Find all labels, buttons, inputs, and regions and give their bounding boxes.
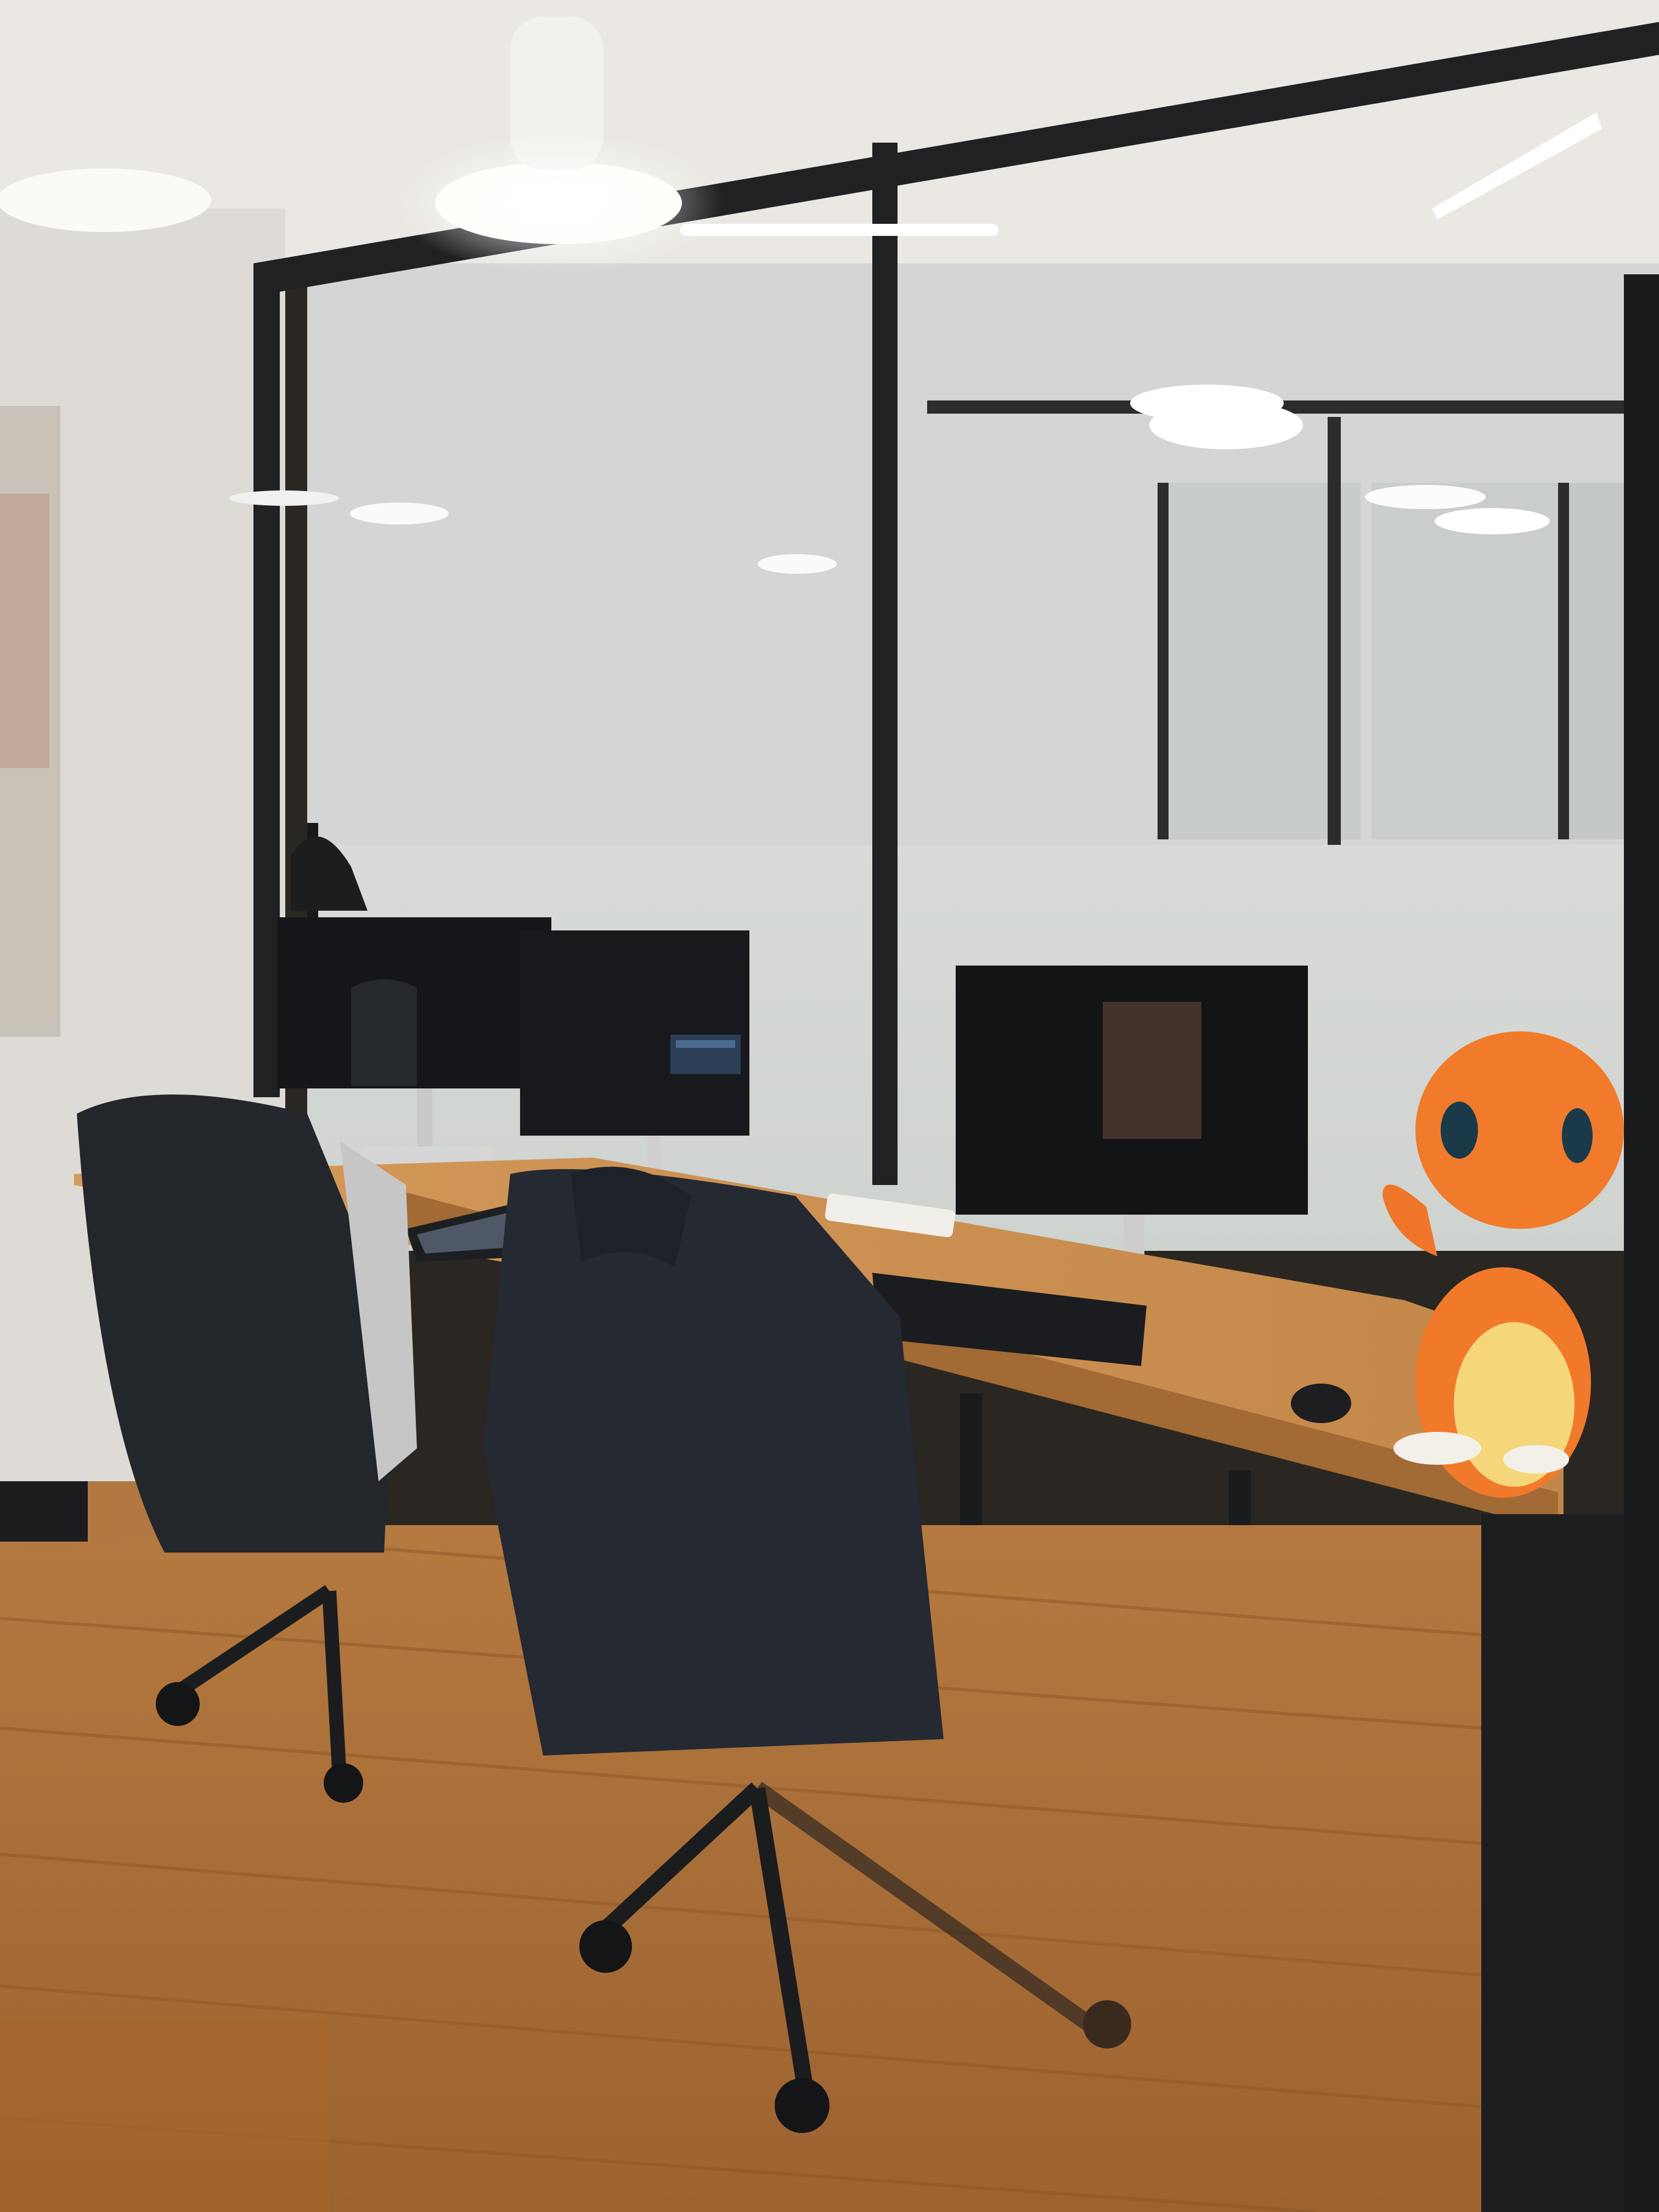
right-cabinet xyxy=(1481,1514,1624,2212)
glass-frame-center xyxy=(872,143,898,1185)
ceiling-light-left xyxy=(0,168,211,232)
glass-frame-left xyxy=(253,263,280,1097)
office-photo-scene xyxy=(0,0,1659,2212)
glass-frame-right xyxy=(1624,274,1659,2212)
scene-drawing xyxy=(0,0,1659,2212)
mouse xyxy=(1291,1384,1351,1423)
